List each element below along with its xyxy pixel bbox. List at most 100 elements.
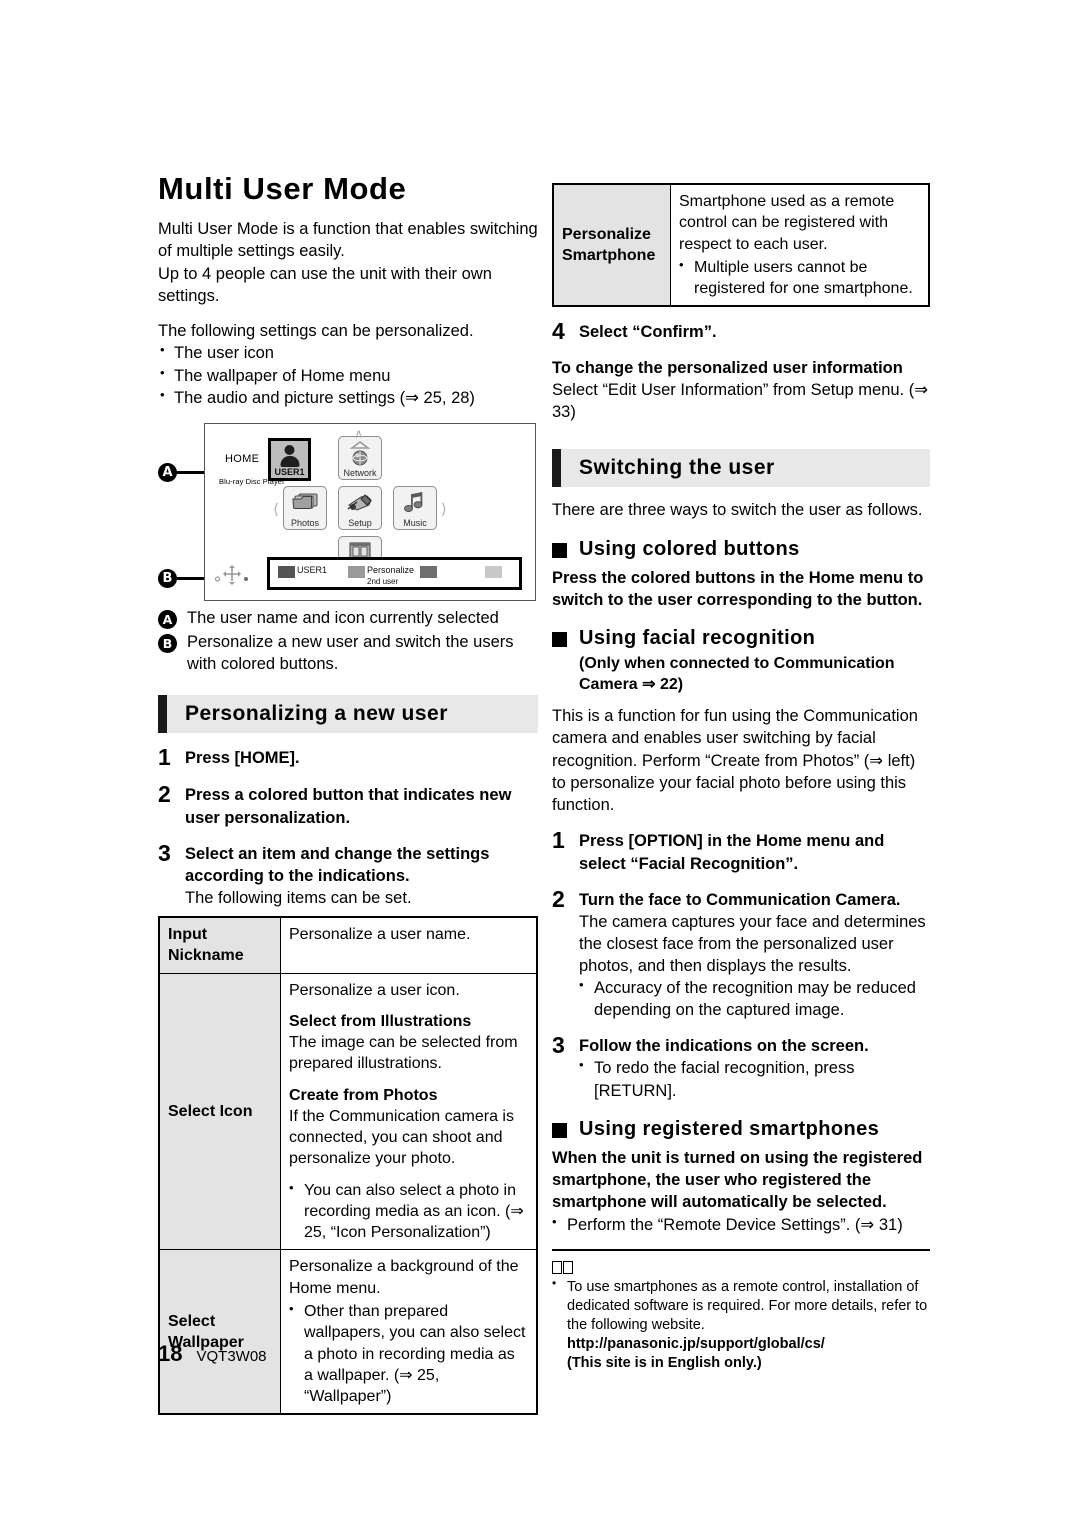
legend-mark: A [158, 610, 177, 630]
step-number: 1 [158, 744, 171, 771]
step-number: 1 [552, 827, 565, 854]
cell-intro: Personalize a user icon. [289, 981, 460, 999]
step-text-main: Follow the indications on the screen. [579, 1037, 869, 1056]
menu-tile-label: Photos [290, 518, 320, 529]
menu-tile-music[interactable]: Music [393, 486, 437, 531]
heading-accent-bar [552, 449, 561, 488]
square-bullet-icon [552, 542, 567, 558]
step-number: 3 [552, 1032, 565, 1059]
music-note-icon [402, 491, 428, 520]
table-row: Personalize Smartphone Smartphone used a… [552, 183, 930, 307]
section-heading-label: Personalizing a new user [185, 702, 448, 726]
personalized-items-list: The user icon The wallpaper of Home menu… [158, 341, 538, 409]
facial-step-2: 2 Turn the face to Communication Camera.… [552, 886, 930, 1022]
table-row-body: Personalize a user name. [280, 916, 538, 974]
menu-tile-photos[interactable]: Photos [283, 486, 327, 531]
subheading-facial-recognition: Using facial recognition [552, 626, 930, 650]
step-subtext: The following items can be set. [185, 888, 412, 907]
section-heading-personalizing: Personalizing a new user [158, 695, 538, 734]
user-tile-label: USER1 [274, 467, 305, 478]
menu-tile-setup[interactable]: Setup [338, 486, 382, 531]
table-row: Select Wallpaper Personalize a backgroun… [158, 1249, 538, 1415]
square-bullet-icon [552, 631, 567, 647]
chevron-right-icon: ⟩ [441, 500, 447, 519]
cell-intro: Personalize a background of the Home men… [289, 1258, 519, 1297]
subheading-label: Using registered smartphones [579, 1117, 880, 1140]
table-row-header: Select Wallpaper [158, 1249, 281, 1415]
table-row-header: Personalize Smartphone [552, 183, 671, 307]
footnote-text: To use smartphones as a remote control, … [552, 1276, 930, 1374]
facial-step-3: 3 Follow the indications on the screen. … [552, 1032, 930, 1101]
step-text: Press a colored button that indicates ne… [185, 786, 512, 827]
color-swatch[interactable] [485, 566, 502, 579]
section-heading-switching: Switching the user [552, 449, 930, 488]
step-text: Press [OPTION] in the Home menu and sele… [579, 832, 885, 873]
list-item: The audio and picture settings (⇒ 25, 28… [158, 386, 538, 409]
cell-intro: Smartphone used as a remote control can … [679, 193, 895, 253]
cell-bullet: Other than prepared wallpapers, you can … [289, 1300, 528, 1407]
color-swatch[interactable] [278, 566, 295, 579]
menu-tile-label: Network [343, 468, 377, 479]
color-button-sublabel: 2nd user [367, 577, 399, 587]
change-info-text: Select “Edit User Information” from Setu… [552, 380, 929, 422]
cell-intro: Personalize a user name. [289, 926, 471, 944]
callout-b-marker: B [158, 569, 177, 589]
list-item: The wallpaper of Home menu [158, 364, 538, 387]
step-text: Press [HOME]. [185, 749, 300, 768]
cell-group-title: Select from Illustrations [289, 1012, 472, 1030]
list-item: The user icon [158, 341, 538, 364]
footnote-url-note: (This site is in English only.) [567, 1355, 762, 1372]
wrench-icon [345, 491, 375, 520]
user-avatar-icon [280, 445, 299, 468]
step-number: 4 [552, 318, 565, 345]
selected-user-tile[interactable]: USER1 [268, 438, 311, 482]
home-menu-screen: HOME Blu-ray Disc Player USER1 Network P… [204, 423, 536, 602]
intro-paragraph-2: Up to 4 people can use the unit with the… [158, 264, 492, 305]
menu-tile-network[interactable]: Network [338, 436, 382, 481]
book-icon [552, 1260, 574, 1275]
step-text: Select “Confirm”. [579, 323, 717, 342]
table-row-body: Smartphone used as a remote control can … [670, 183, 930, 307]
figure-legend-b: B Personalize a new user and switch the … [158, 632, 538, 676]
intro-paragraph-1: Multi User Mode is a function that enabl… [158, 220, 538, 261]
cell-bullet: Multiple users cannot be registered for … [679, 256, 920, 300]
registered-smartphones-bullet: Perform the “Remote Device Settings”. (⇒… [552, 1214, 930, 1235]
colored-buttons-body: Press the colored buttons in the Home me… [552, 568, 924, 609]
personalized-lead: The following settings can be personaliz… [158, 322, 474, 341]
table-row-header: Input Nickname [158, 916, 281, 974]
step-text-main: Select an item and change the settings a… [185, 844, 490, 885]
legend-mark: B [158, 634, 177, 654]
step-bullet: To redo the facial recognition, press [R… [579, 1056, 930, 1101]
right-column: Personalize Smartphone Smartphone used a… [552, 183, 930, 1374]
legend-text: Personalize a new user and switch the us… [187, 633, 514, 674]
cell-bullet: You can also select a photo in recording… [289, 1179, 528, 1244]
color-swatch[interactable] [420, 566, 437, 579]
section-heading-label: Switching the user [579, 456, 775, 480]
callout-a-marker: A [158, 463, 177, 483]
step-4: 4 Select “Confirm”. [552, 318, 930, 344]
left-column: Multi User Mode Multi User Mode is a fun… [158, 171, 538, 1416]
colored-button-bar: USER1 Personalize 2nd user [267, 557, 522, 591]
legend-text: The user name and icon currently selecte… [187, 609, 499, 628]
color-swatch[interactable] [348, 566, 365, 579]
subheading-label: Using colored buttons [579, 537, 800, 560]
step-3: 3 Select an item and change the settings… [158, 840, 538, 909]
heading-accent-bar [158, 695, 167, 734]
table-row-body: Personalize a user icon. Select from Ill… [280, 972, 538, 1251]
square-bullet-icon [552, 1122, 567, 1138]
change-info-heading: To change the personalized user informat… [552, 358, 903, 377]
chevron-left-icon: ⟨ [273, 500, 279, 519]
home-menu-figure: A B HOME Blu-ray Disc Player USER1 Netwo… [158, 423, 538, 606]
figure-legend-a: A The user name and icon currently selec… [158, 608, 538, 630]
step-text-main: Turn the face to Communication Camera. [579, 890, 901, 909]
smartphone-table: Personalize Smartphone Smartphone used a… [552, 183, 930, 308]
page-title: Multi User Mode [158, 171, 407, 206]
menu-tile-label: Music [403, 518, 427, 529]
step-bullet: Accuracy of the recognition may be reduc… [579, 976, 930, 1021]
facial-step-1: 1 Press [OPTION] in the Home menu and se… [552, 827, 930, 874]
cell-group-text: The image can be selected from prepared … [289, 1034, 518, 1073]
footnote-body: To use smartphones as a remote control, … [567, 1278, 928, 1334]
document-code: VQT3W08 [196, 1348, 267, 1365]
table-row-body: Personalize a background of the Home men… [280, 1249, 538, 1415]
subheading-registered-smartphones: Using registered smartphones [552, 1117, 930, 1141]
